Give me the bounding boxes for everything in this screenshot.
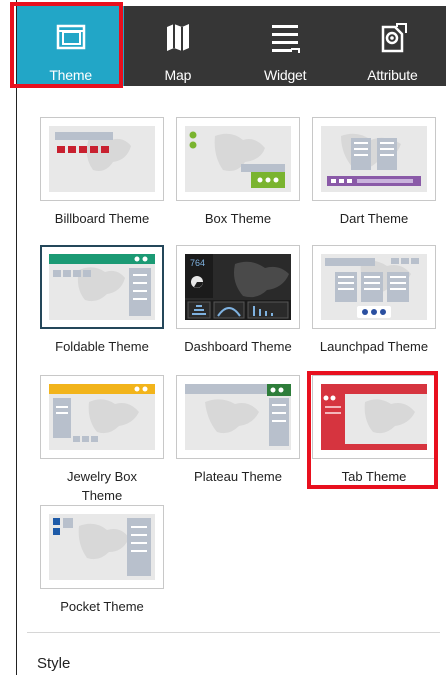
widget-icon [272, 25, 301, 53]
tab-widget-label: Widget [263, 67, 307, 83]
thumbnail-pocket [40, 505, 164, 589]
panel-tabbar: Theme Map Widget Attribute [17, 6, 446, 86]
theme-name: Dart Theme [339, 211, 409, 226]
theme-name: Pocket Theme [60, 599, 144, 614]
thumbnail-jewelry-box [40, 375, 164, 459]
theme-name: Jewelry Box Theme [66, 469, 138, 503]
attribute-icon [382, 23, 408, 53]
tab-map[interactable]: Map [124, 6, 231, 86]
theme-name: Dashboard Theme [184, 339, 292, 354]
theme-name: Billboard Theme [54, 211, 150, 226]
tab-theme[interactable]: Theme [17, 6, 125, 86]
thumbnail-launchpad [312, 245, 436, 329]
tab-theme-label: Theme [49, 67, 92, 83]
panel-left-border [16, 0, 17, 675]
thumbnail-box [176, 117, 300, 201]
tab-map-label: Map [164, 67, 192, 83]
theme-name: Tab Theme [341, 469, 407, 484]
thumbnail-tab [312, 375, 436, 459]
theme-name: Foldable Theme [55, 339, 149, 354]
style-section-heading[interactable]: Style [37, 655, 70, 672]
thumbnail-plateau [176, 375, 300, 459]
section-divider [27, 632, 440, 633]
theme-name: Launchpad Theme [319, 339, 429, 354]
thumbnail-dashboard: 764 [176, 245, 300, 329]
dashboard-thumb-number: 764 [190, 258, 205, 268]
thumbnail-foldable [40, 245, 164, 329]
tab-attribute[interactable]: Attribute [339, 6, 446, 86]
theme-icon [56, 24, 85, 50]
tab-widget[interactable]: Widget [232, 6, 339, 86]
map-icon [166, 24, 189, 51]
theme-name: Plateau Theme [194, 469, 282, 484]
tab-attribute-label: Attribute [367, 67, 418, 83]
thumbnail-dart [312, 117, 436, 201]
thumbnail-billboard [40, 117, 164, 201]
theme-name: Box Theme [204, 211, 272, 226]
